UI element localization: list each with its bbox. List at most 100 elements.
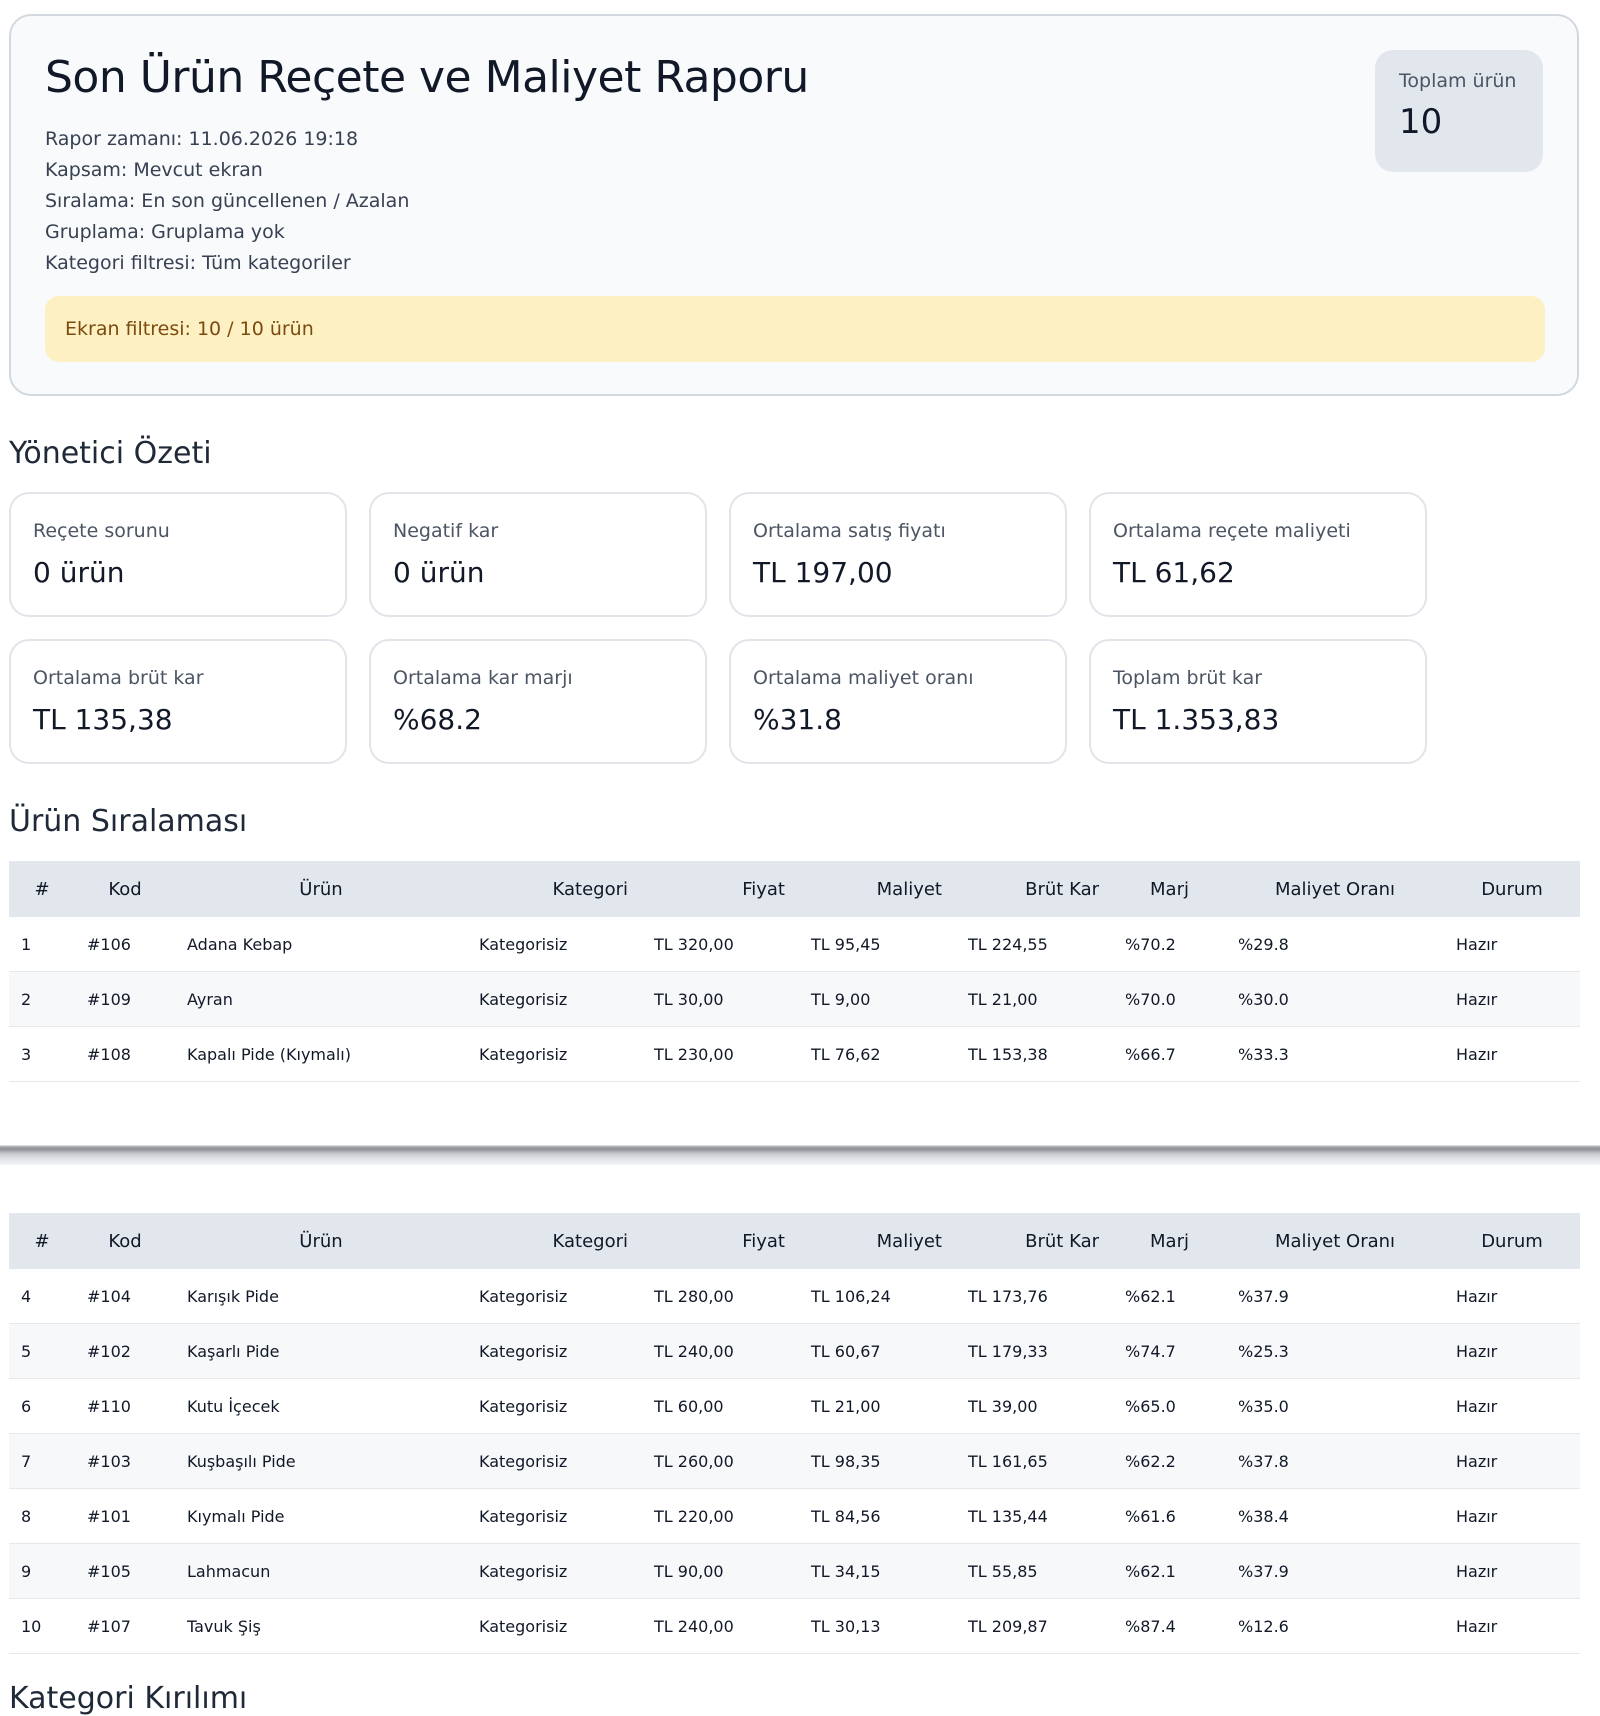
table-row: 9 #105 Lahmacun Kategorisiz TL 90,00 TL 34,15… <box>9 1543 1580 1599</box>
cell-marj: %66.7 <box>1113 1026 1226 1082</box>
cell-durum: Hazır <box>1444 1488 1580 1544</box>
cell-hash: 9 <box>9 1543 75 1599</box>
cell-maliyet: TL 60,67 <box>799 1323 956 1379</box>
ranking-title: Ürün Sıralaması <box>9 804 248 839</box>
cell-durum: Hazır <box>1444 1433 1580 1489</box>
kpi-card: Reçete sorunu 0 ürün <box>9 492 347 617</box>
column-header-kategori: Kategori <box>467 861 642 917</box>
cell-fiyat: TL 280,00 <box>642 1269 799 1324</box>
column-header-marj: Marj <box>1113 861 1226 917</box>
table-row: 6 #110 Kutu İçecek Kategorisiz TL 60,00 TL 21… <box>9 1378 1580 1434</box>
page-title: Son Ürün Reçete ve Maliyet Raporu <box>45 52 809 103</box>
cell-kod: #107 <box>75 1598 175 1654</box>
cell-urun: Kıymalı Pide <box>175 1488 467 1544</box>
cell-kod: #102 <box>75 1323 175 1379</box>
cell-kategori: Kategorisiz <box>467 1323 642 1379</box>
table-row: 3 #108 Kapalı Pide (Kıymalı) Kategorisiz TL … <box>9 1026 1580 1082</box>
kpi-label: Ortalama brüt kar <box>33 667 204 689</box>
kpi-label: Ortalama kar marjı <box>393 667 573 689</box>
cell-urun: Kuşbaşılı Pide <box>175 1433 467 1489</box>
report-meta: Rapor zamanı: 11.06.2026 19:18 Kapsam: M… <box>45 124 409 279</box>
cell-urun: Kaşarlı Pide <box>175 1323 467 1379</box>
cell-kod: #103 <box>75 1433 175 1489</box>
cell-kategori: Kategorisiz <box>467 971 642 1027</box>
cell-urun: Lahmacun <box>175 1543 467 1599</box>
kpi-label: Ortalama satış fiyatı <box>753 520 946 542</box>
cell-maliyet: TL 9,00 <box>799 971 956 1027</box>
column-header-fiyat: Fiyat <box>642 1213 799 1269</box>
table-row: 10 #107 Tavuk Şiş Kategorisiz TL 240,00 TL 30… <box>9 1598 1580 1654</box>
ranking-table: # Kod Ürün Kategori Fiyat Maliyet Brüt Kar Marj… <box>9 861 1580 1082</box>
cell-maliyet-orani: %25.3 <box>1226 1323 1444 1379</box>
cell-kod: #110 <box>75 1378 175 1434</box>
category-breakdown-title: Kategori Kırılımı <box>9 1681 248 1716</box>
cell-fiyat: TL 320,00 <box>642 917 799 972</box>
cell-hash: 2 <box>9 971 75 1027</box>
cell-hash: 3 <box>9 1026 75 1082</box>
kpi-card: Ortalama kar marjı %68.2 <box>369 639 707 764</box>
ranking-table-continued: # Kod Ürün Kategori Fiyat Maliyet Brüt Kar Marj… <box>9 1213 1580 1654</box>
cell-kategori: Kategorisiz <box>467 1488 642 1544</box>
cell-maliyet-orani: %33.3 <box>1226 1026 1444 1082</box>
kpi-value: 0 ürün <box>393 556 485 589</box>
cell-maliyet-orani: %30.0 <box>1226 971 1444 1027</box>
cell-hash: 10 <box>9 1598 75 1654</box>
kpi-card: Ortalama satış fiyatı TL 197,00 <box>729 492 1067 617</box>
cell-durum: Hazır <box>1444 1598 1580 1654</box>
cell-fiyat: TL 240,00 <box>642 1323 799 1379</box>
cell-brut-kar: TL 161,65 <box>956 1433 1113 1489</box>
cell-kategori: Kategorisiz <box>467 1433 642 1489</box>
cell-maliyet-orani: %35.0 <box>1226 1378 1444 1434</box>
cell-urun: Kapalı Pide (Kıymalı) <box>175 1026 467 1082</box>
table-row: 5 #102 Kaşarlı Pide Kategorisiz TL 240,00 TL … <box>9 1323 1580 1379</box>
column-header-maliyet: Maliyet <box>799 1213 956 1269</box>
cell-hash: 5 <box>9 1323 75 1379</box>
cell-durum: Hazır <box>1444 971 1580 1027</box>
cell-maliyet-orani: %37.9 <box>1226 1543 1444 1599</box>
cell-urun: Ayran <box>175 971 467 1027</box>
cell-fiyat: TL 240,00 <box>642 1598 799 1654</box>
cell-urun: Adana Kebap <box>175 917 467 972</box>
cell-marj: %87.4 <box>1113 1598 1226 1654</box>
column-header-durum: Durum <box>1444 1213 1580 1269</box>
table-row: 4 #104 Karışık Pide Kategorisiz TL 280,00 TL … <box>9 1269 1580 1324</box>
kpi-value: TL 61,62 <box>1113 556 1235 589</box>
cell-brut-kar: TL 55,85 <box>956 1543 1113 1599</box>
cell-hash: 8 <box>9 1488 75 1544</box>
cell-marj: %61.6 <box>1113 1488 1226 1544</box>
column-header-brut-kar: Brüt Kar <box>956 861 1113 917</box>
column-header-maliyet-orani: Maliyet Oranı <box>1226 861 1444 917</box>
kpi-label: Ortalama reçete maliyeti <box>1113 520 1351 542</box>
cell-brut-kar: TL 39,00 <box>956 1378 1113 1434</box>
report-page: Son Ürün Reçete ve Maliyet Raporu Rapor … <box>0 0 1600 1716</box>
column-header-durum: Durum <box>1444 861 1580 917</box>
cell-maliyet: TL 21,00 <box>799 1378 956 1434</box>
report-scope: Kapsam: Mevcut ekran <box>45 159 263 181</box>
column-header-brut-kar: Brüt Kar <box>956 1213 1113 1269</box>
cell-maliyet: TL 84,56 <box>799 1488 956 1544</box>
column-header-urun: Ürün <box>175 1213 467 1269</box>
column-header-kod: Kod <box>75 861 175 917</box>
cell-brut-kar: TL 135,44 <box>956 1488 1113 1544</box>
cell-brut-kar: TL 21,00 <box>956 971 1113 1027</box>
report-category-filter: Kategori filtresi: Tüm kategoriler <box>45 252 351 274</box>
cell-hash: 4 <box>9 1269 75 1324</box>
kpi-label: Negatif kar <box>393 520 499 542</box>
cell-maliyet-orani: %29.8 <box>1226 917 1444 972</box>
kpi-label: Reçete sorunu <box>33 520 170 542</box>
cell-kod: #106 <box>75 917 175 972</box>
report-group: Gruplama: Gruplama yok <box>45 221 285 243</box>
cell-brut-kar: TL 179,33 <box>956 1323 1113 1379</box>
kpi-value: %68.2 <box>393 703 482 736</box>
cell-marj: %70.0 <box>1113 971 1226 1027</box>
kpi-card: Toplam brüt kar TL 1.353,83 <box>1089 639 1427 764</box>
cell-kod: #104 <box>75 1269 175 1324</box>
report-sort: Sıralama: En son güncellenen / Azalan <box>45 190 410 212</box>
column-header-kod: Kod <box>75 1213 175 1269</box>
cell-kod: #105 <box>75 1543 175 1599</box>
cell-brut-kar: TL 153,38 <box>956 1026 1113 1082</box>
column-header-maliyet: Maliyet <box>799 861 956 917</box>
column-header-hash: # <box>9 1213 75 1269</box>
table-header-row: # Kod Ürün Kategori Fiyat Maliyet Brüt Kar Marj… <box>9 1213 1580 1269</box>
cell-kategori: Kategorisiz <box>467 1378 642 1434</box>
